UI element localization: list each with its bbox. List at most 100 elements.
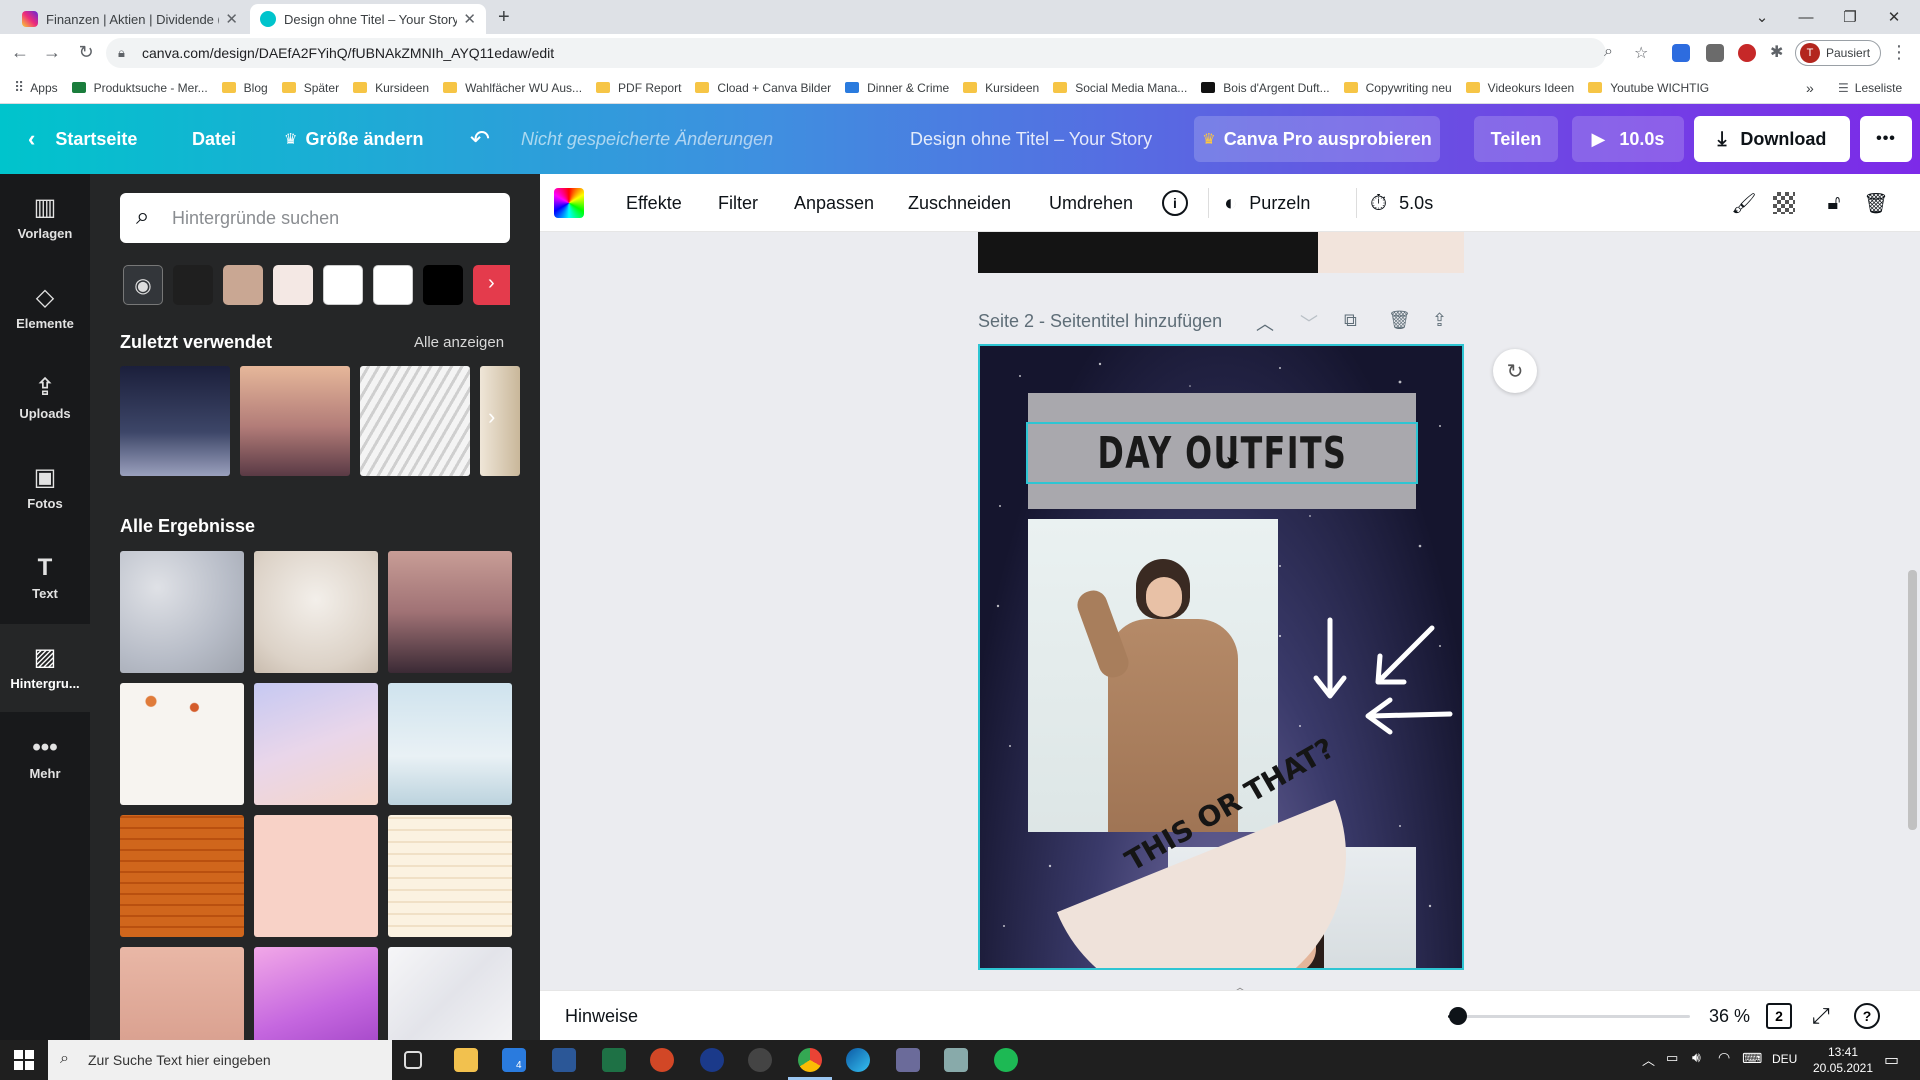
- document-title[interactable]: Design ohne Titel – Your Story: [910, 104, 1152, 174]
- background-search-input[interactable]: ⌕ Hintergründe suchen: [120, 193, 510, 243]
- bookmark-item[interactable]: Bois d'Argent Duft...: [1201, 81, 1330, 95]
- bookmark-item[interactable]: Cload + Canva Bilder: [695, 81, 831, 95]
- transparency-icon[interactable]: [1773, 192, 1795, 214]
- trash-icon[interactable]: 🗑︎: [1863, 190, 1889, 216]
- background-result-thumb[interactable]: [120, 551, 244, 673]
- background-result-thumb[interactable]: [254, 551, 378, 673]
- zoom-slider[interactable]: [1448, 1007, 1690, 1025]
- canva-pro-button[interactable]: ♛ Canva Pro ausprobieren: [1194, 116, 1440, 162]
- recent-background-thumb[interactable]: [480, 366, 520, 476]
- spotify-icon[interactable]: [994, 1048, 1018, 1072]
- background-result-thumb[interactable]: [388, 947, 512, 1040]
- profile-button[interactable]: T Pausiert: [1795, 40, 1881, 66]
- color-palette-icon[interactable]: ◉: [123, 265, 163, 305]
- recent-background-thumb[interactable]: [120, 366, 230, 476]
- chevron-right-icon[interactable]: ›: [488, 272, 495, 295]
- back-icon[interactable]: ←: [8, 42, 32, 63]
- clock[interactable]: 13:41 20.05.2021: [1808, 1044, 1878, 1076]
- excel-icon[interactable]: [602, 1048, 626, 1072]
- see-all-link[interactable]: Alle anzeigen: [414, 334, 504, 351]
- adjust-button[interactable]: Anpassen: [794, 174, 874, 232]
- chevron-up-icon[interactable]: ︿: [1256, 310, 1274, 336]
- obs-icon[interactable]: [748, 1048, 772, 1072]
- color-swatch[interactable]: [323, 265, 363, 305]
- page-title-label[interactable]: Seite 2 - Seitentitel hinzufügen: [978, 311, 1222, 332]
- nav-more[interactable]: ••• Mehr: [0, 714, 90, 802]
- nav-elements[interactable]: ◇ Elemente: [0, 264, 90, 352]
- bookmark-item[interactable]: Blog: [221, 81, 268, 95]
- rotate-refresh-icon[interactable]: ↻: [1493, 349, 1537, 393]
- forward-icon[interactable]: →: [40, 42, 64, 63]
- background-result-thumb[interactable]: [120, 683, 244, 805]
- nav-text[interactable]: T Text: [0, 534, 90, 622]
- background-result-thumb[interactable]: [254, 815, 378, 937]
- resize-button[interactable]: ♛ Größe ändern: [284, 104, 423, 174]
- duplicate-page-icon[interactable]: ⧉: [1344, 310, 1357, 331]
- window-close-icon[interactable]: ✕: [1874, 4, 1914, 30]
- duration-button[interactable]: ⏱︎ 5.0s: [1370, 174, 1433, 232]
- scrollbar-thumb[interactable]: [1908, 570, 1917, 830]
- color-swatch[interactable]: [373, 265, 413, 305]
- color-swatch[interactable]: [173, 265, 213, 305]
- windows-start-icon[interactable]: [14, 1050, 34, 1070]
- bookmark-item[interactable]: Kursideen: [963, 81, 1039, 95]
- bookmark-apps[interactable]: ⠿ Apps: [14, 79, 58, 96]
- app-icon[interactable]: [700, 1048, 724, 1072]
- new-tab-button[interactable]: +: [498, 6, 510, 29]
- powerpoint-icon[interactable]: [650, 1048, 674, 1072]
- recent-background-thumb[interactable]: [360, 366, 470, 476]
- language-indicator[interactable]: DEU: [1772, 1052, 1797, 1066]
- bookmark-item[interactable]: Copywriting neu: [1343, 81, 1452, 95]
- color-swatch[interactable]: [273, 265, 313, 305]
- restore-icon[interactable]: ❐: [1830, 4, 1870, 30]
- nav-backgrounds[interactable]: ▨ Hintergru...: [0, 624, 90, 712]
- tray-chevron-icon[interactable]: ︿: [1642, 1050, 1655, 1069]
- chevron-up-icon[interactable]: ︿: [1234, 978, 1246, 990]
- info-icon[interactable]: i: [1162, 190, 1188, 216]
- background-result-thumb[interactable]: [254, 683, 378, 805]
- help-icon[interactable]: ?: [1854, 1003, 1880, 1029]
- edge-icon[interactable]: [846, 1048, 870, 1072]
- bookmark-item[interactable]: Dinner & Crime: [845, 81, 949, 95]
- vertical-scrollbar[interactable]: [1904, 232, 1920, 990]
- nav-templates[interactable]: ▥ Vorlagen: [0, 174, 90, 262]
- bookmark-item[interactable]: Später: [281, 81, 339, 95]
- chevron-right-icon[interactable]: ›: [488, 404, 495, 430]
- bookmark-item[interactable]: PDF Report: [596, 81, 681, 95]
- tab-finanzen[interactable]: Finanzen | Aktien | Dividende (@ ✕: [12, 4, 248, 34]
- bookmark-star-icon[interactable]: ☆: [1634, 43, 1648, 63]
- nav-uploads[interactable]: ⇪ Uploads: [0, 354, 90, 442]
- zoom-level[interactable]: 36 %: [1690, 1006, 1750, 1027]
- filter-button[interactable]: Filter: [718, 174, 758, 232]
- tab-search-icon[interactable]: ⌄: [1742, 4, 1782, 30]
- app-icon[interactable]: [896, 1048, 920, 1072]
- bookmarks-overflow[interactable]: »: [1806, 80, 1814, 96]
- wifi-icon[interactable]: ◠: [1718, 1049, 1730, 1066]
- bookmark-item[interactable]: Social Media Mana...: [1053, 81, 1187, 95]
- keyboard-icon[interactable]: ⌨: [1742, 1050, 1762, 1067]
- browser-menu-icon[interactable]: ⋮: [1890, 42, 1908, 63]
- notifications-icon[interactable]: ▭: [1884, 1050, 1899, 1070]
- background-result-thumb[interactable]: [388, 683, 512, 805]
- close-icon[interactable]: ✕: [463, 10, 476, 28]
- recent-background-thumb[interactable]: [240, 366, 350, 476]
- background-result-thumb[interactable]: [120, 815, 244, 937]
- zoom-icon[interactable]: ⌕: [1604, 43, 1613, 61]
- chevron-down-icon[interactable]: ﹀: [1300, 310, 1318, 336]
- download-button[interactable]: ⤓ Download: [1694, 116, 1850, 162]
- notes-button[interactable]: Hinweise: [565, 1006, 638, 1027]
- nav-photos[interactable]: ▣ Fotos: [0, 444, 90, 532]
- color-picker-icon[interactable]: [554, 188, 584, 218]
- color-swatch[interactable]: [423, 265, 463, 305]
- home-button[interactable]: ‹ Startseite: [28, 104, 137, 174]
- share-button[interactable]: Teilen: [1474, 116, 1558, 162]
- design-page[interactable]: DAY OUTFITS ➤ THIS OR THAT?: [978, 344, 1464, 970]
- chrome-icon[interactable]: [798, 1048, 822, 1072]
- background-result-thumb[interactable]: [388, 551, 512, 673]
- arrows-graphic[interactable]: [1300, 616, 1460, 746]
- play-button[interactable]: ▶ 10.0s: [1572, 116, 1684, 162]
- undo-icon[interactable]: ↶: [470, 104, 490, 174]
- url-field[interactable]: 🔒︎ canva.com/design/DAEfA2FYihQ/fUBNAkZM…: [106, 38, 1648, 68]
- color-swatch[interactable]: [223, 265, 263, 305]
- lock-icon[interactable]: 🔓︎: [1821, 190, 1847, 216]
